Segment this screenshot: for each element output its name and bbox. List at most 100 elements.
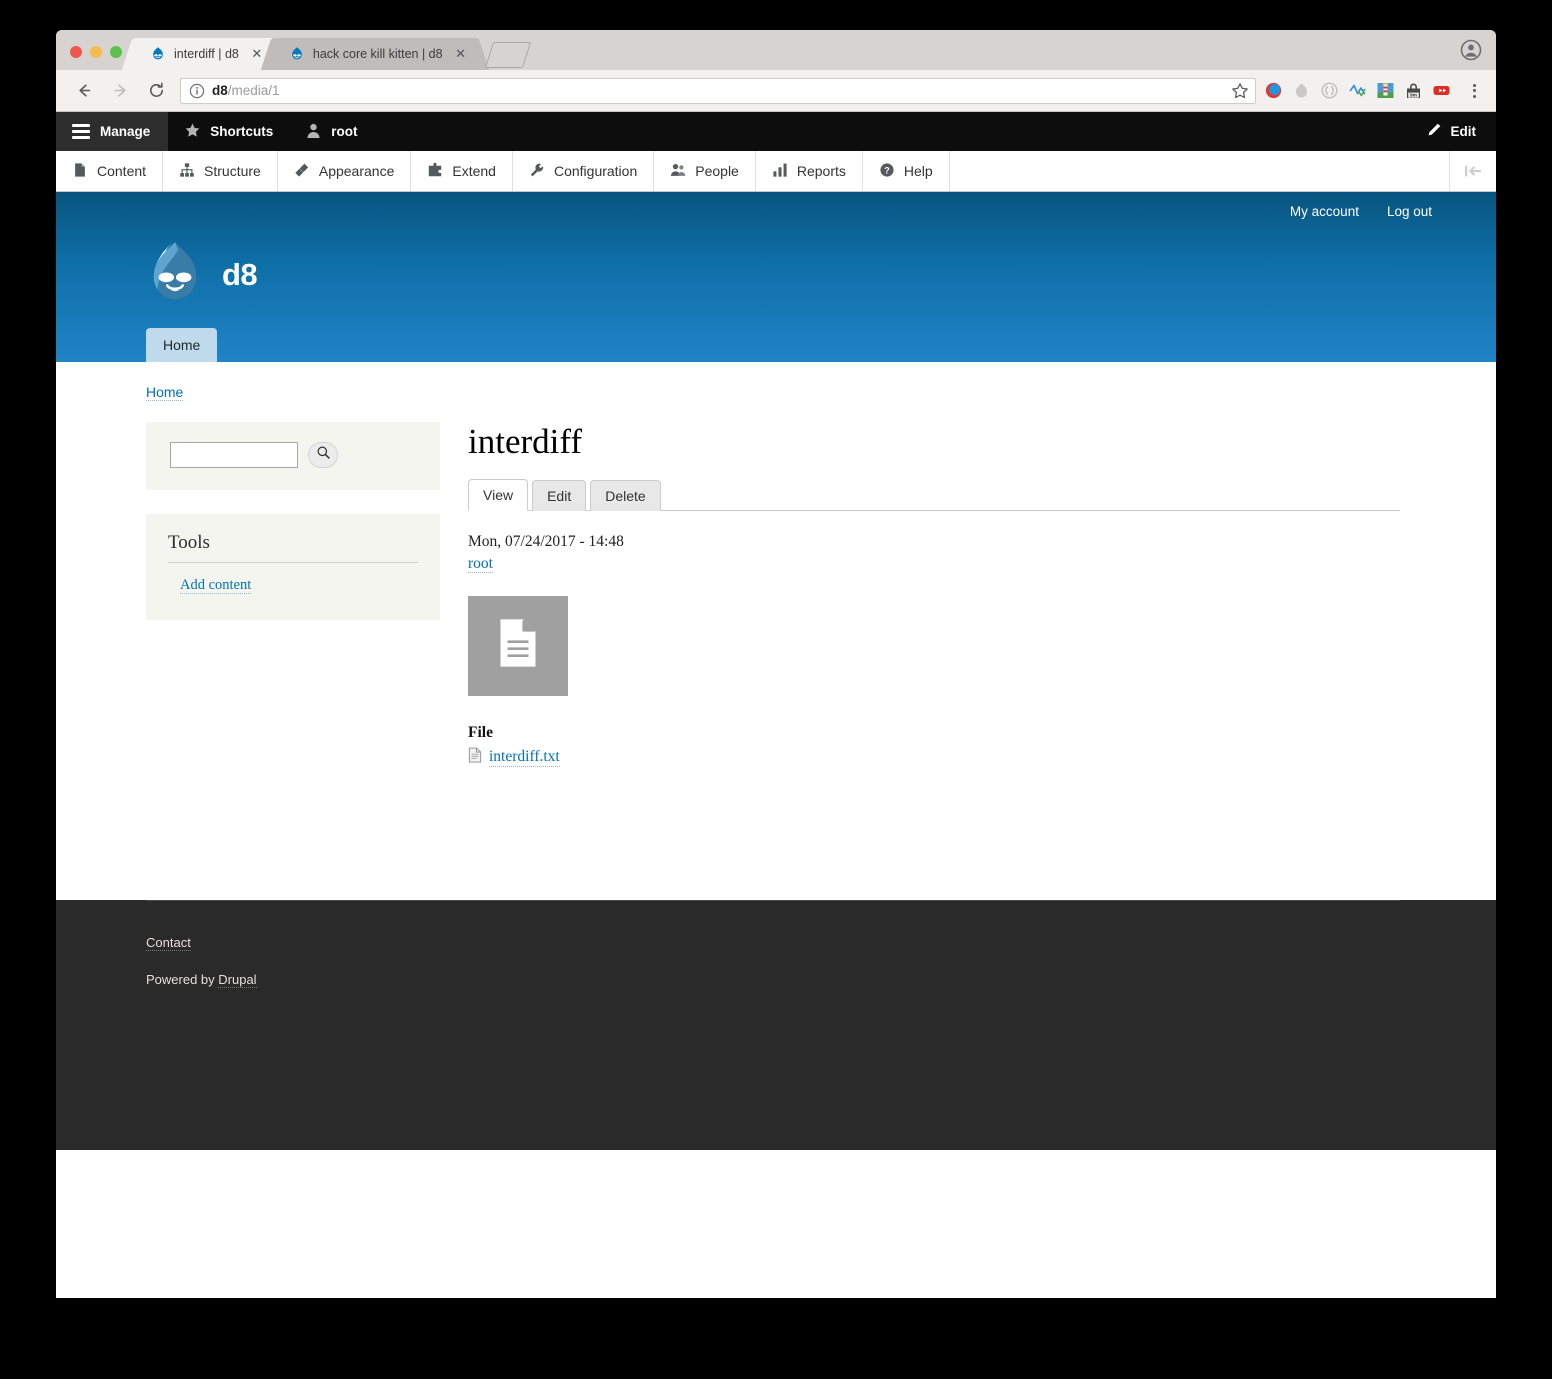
browser-tab-strip: interdiff | d8 ✕ hack core kill kitten |… bbox=[56, 30, 1496, 70]
search-submit-button[interactable] bbox=[308, 442, 338, 468]
browser-tab-2[interactable]: hack core kill kitten | d8 ✕ bbox=[260, 38, 489, 70]
drupal-gray-icon[interactable] bbox=[1292, 81, 1311, 100]
site-header: My account Log out d8 Home bbox=[56, 192, 1496, 362]
drupal-droplet-logo bbox=[146, 240, 204, 309]
footer-contact: Contact bbox=[146, 934, 1400, 951]
user-icon bbox=[305, 122, 322, 142]
submitted-author-link[interactable]: root bbox=[468, 555, 493, 574]
drupal-link[interactable]: Drupal bbox=[218, 971, 257, 988]
admin-menu-item-appearance[interactable]: Appearance bbox=[278, 151, 412, 191]
browser-tab-2-close-icon[interactable]: ✕ bbox=[453, 46, 469, 62]
browser-profile-avatar-icon[interactable] bbox=[1460, 39, 1482, 61]
admin-menu-item-help[interactable]: ? Help bbox=[863, 151, 950, 191]
admin-bar-shortcuts[interactable]: Shortcuts bbox=[168, 112, 289, 151]
pencil-icon bbox=[1425, 122, 1442, 142]
close-window-button[interactable] bbox=[70, 46, 82, 58]
drupal-favicon bbox=[289, 46, 305, 62]
text-file-icon bbox=[468, 747, 482, 768]
minimize-window-button[interactable] bbox=[90, 46, 102, 58]
zigzag-check-icon[interactable] bbox=[1348, 81, 1367, 100]
log-out-link[interactable]: Log out bbox=[1387, 204, 1432, 219]
submitted-meta: Mon, 07/24/2017 - 14:48 root bbox=[468, 531, 1400, 576]
admin-menu-item-extend[interactable]: Extend bbox=[411, 151, 513, 191]
url-text: d8/media/1 bbox=[212, 83, 280, 98]
contact-link[interactable]: Contact bbox=[146, 934, 191, 951]
tab-edit[interactable]: Edit bbox=[532, 480, 587, 511]
browser-menu-button[interactable] bbox=[1466, 83, 1482, 98]
bag-9m-icon[interactable]: 9m bbox=[1404, 81, 1423, 100]
configuration-icon bbox=[529, 162, 545, 181]
admin-menu-label: Configuration bbox=[553, 163, 638, 179]
admin-menu-label: People bbox=[695, 163, 739, 179]
local-tasks-tabs: View Edit Delete bbox=[468, 478, 1400, 511]
footer-powered-by: Powered by Drupal bbox=[146, 971, 1400, 988]
drupal-dev-icon[interactable] bbox=[1264, 81, 1283, 100]
admin-menu-item-reports[interactable]: Reports bbox=[756, 151, 863, 191]
breadcrumb-item-home[interactable]: Home bbox=[146, 384, 184, 401]
tab-view[interactable]: View bbox=[468, 479, 529, 511]
parens-icon[interactable] bbox=[1320, 81, 1339, 100]
media-thumbnail[interactable] bbox=[468, 595, 568, 696]
browser-tab-1[interactable]: interdiff | d8 ✕ bbox=[121, 38, 286, 70]
url-path: /media/1 bbox=[227, 83, 280, 98]
search-input[interactable] bbox=[170, 442, 298, 468]
tools-list: Add content bbox=[168, 577, 418, 594]
drupal-favicon bbox=[150, 46, 166, 62]
admin-menu-item-structure[interactable]: Structure bbox=[163, 151, 278, 191]
admin-bar-user[interactable]: root bbox=[289, 112, 373, 151]
account-links: My account Log out bbox=[1290, 204, 1432, 219]
browser-address-bar: d8/media/1 9m bbox=[56, 70, 1496, 112]
site-footer: Contact Powered by Drupal bbox=[56, 899, 1496, 1150]
page-info-icon[interactable] bbox=[189, 83, 205, 99]
admin-bar-user-label: root bbox=[331, 124, 358, 139]
drupal-admin-menu: Content Structure Appearance Extend Conf… bbox=[56, 151, 1496, 192]
search-icon bbox=[316, 445, 331, 465]
browser-tab-1-close-icon[interactable]: ✕ bbox=[249, 46, 265, 62]
file-row: interdiff.txt bbox=[468, 747, 1400, 768]
file-field-label: File bbox=[468, 723, 493, 741]
tools-block: Tools Add content bbox=[146, 514, 440, 620]
file-download-link[interactable]: interdiff.txt bbox=[489, 748, 560, 767]
reload-button-icon[interactable] bbox=[141, 76, 171, 106]
admin-bar-manage[interactable]: Manage bbox=[56, 112, 169, 151]
content-icon bbox=[72, 162, 88, 181]
browser-window: interdiff | d8 ✕ hack core kill kitten |… bbox=[56, 30, 1496, 1298]
browser-extensions: 9m bbox=[1264, 81, 1486, 100]
maximize-window-button[interactable] bbox=[110, 46, 122, 58]
forward-button-icon bbox=[105, 76, 135, 106]
extend-icon bbox=[427, 162, 443, 181]
admin-menu-item-people[interactable]: People bbox=[654, 151, 756, 191]
new-tab-button[interactable] bbox=[484, 42, 531, 68]
help-icon: ? bbox=[879, 162, 895, 181]
admin-bar-shortcuts-label: Shortcuts bbox=[210, 124, 274, 139]
my-account-link[interactable]: My account bbox=[1290, 204, 1359, 219]
bookmark-star-icon[interactable] bbox=[1231, 82, 1249, 100]
search-block bbox=[146, 422, 440, 490]
admin-menu-label: Content bbox=[97, 163, 147, 179]
admin-menu-label: Appearance bbox=[318, 163, 395, 179]
svg-text:9m: 9m bbox=[1410, 93, 1417, 98]
url-host: d8 bbox=[212, 83, 228, 98]
admin-menu-item-configuration[interactable]: Configuration bbox=[513, 151, 655, 191]
reports-icon bbox=[772, 162, 788, 181]
lighthouse-icon[interactable] bbox=[1376, 81, 1395, 100]
browser-tab-2-title: hack core kill kitten | d8 bbox=[312, 47, 443, 61]
admin-bar-edit-label: Edit bbox=[1450, 124, 1477, 139]
list-item: Add content bbox=[180, 577, 418, 594]
admin-menu-label: Help bbox=[903, 163, 933, 179]
structure-icon bbox=[179, 162, 195, 181]
toolbar-collapse-button[interactable] bbox=[1450, 151, 1496, 191]
video-play-icon[interactable] bbox=[1432, 81, 1451, 100]
site-branding[interactable]: d8 bbox=[146, 240, 258, 309]
main-content: interdiff View Edit Delete Mon, 07/24/20… bbox=[468, 422, 1400, 768]
admin-menu-item-content[interactable]: Content bbox=[56, 151, 164, 191]
admin-menu-label: Extend bbox=[452, 163, 496, 179]
url-input[interactable]: d8/media/1 bbox=[180, 77, 1256, 104]
add-content-link[interactable]: Add content bbox=[180, 577, 252, 594]
footer-divider bbox=[146, 899, 1400, 901]
admin-menu-spacer bbox=[950, 151, 1450, 191]
back-button-icon[interactable] bbox=[69, 76, 99, 106]
tab-delete[interactable]: Delete bbox=[590, 480, 661, 511]
primary-tab-home[interactable]: Home bbox=[146, 328, 218, 362]
admin-bar-edit[interactable]: Edit bbox=[1409, 112, 1497, 151]
